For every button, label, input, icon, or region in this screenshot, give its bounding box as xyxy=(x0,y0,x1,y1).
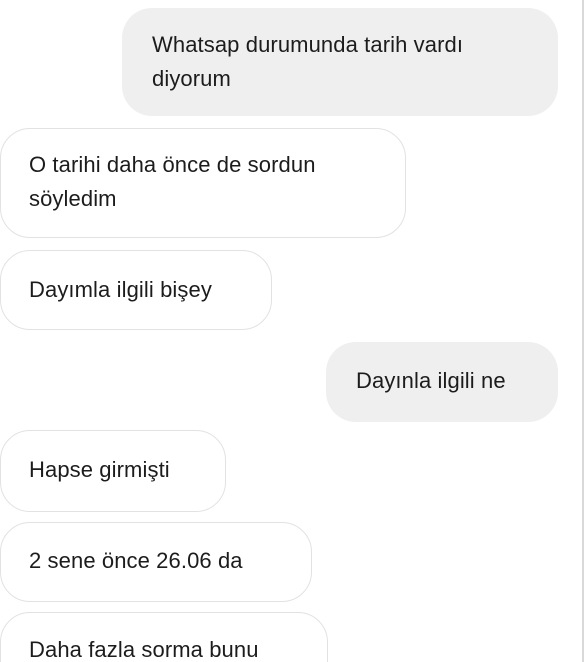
message-text: O tarihi daha önce de sordun xyxy=(29,152,316,177)
message-text: Whatsap durumunda tarih vardı xyxy=(152,32,464,57)
message-text: diyorum xyxy=(152,66,231,91)
message-bubble-received[interactable]: 2 sene önce 26.06 da xyxy=(0,522,312,602)
message-bubble-received[interactable]: Dayımla ilgili bişey xyxy=(0,250,272,330)
message-bubble-received[interactable]: Hapse girmişti xyxy=(0,430,226,512)
chat-thread: Whatsap durumunda tarih vardı diyorum O … xyxy=(0,0,584,662)
message-bubble-received[interactable]: Daha fazla sorma bunu xyxy=(0,612,328,662)
message-text: 2 sene önce 26.06 da xyxy=(29,548,243,573)
message-text: söyledim xyxy=(29,186,117,211)
message-text: Dayımla ilgili bişey xyxy=(29,277,212,302)
message-bubble-sent[interactable]: Dayınla ilgili ne xyxy=(326,342,558,422)
message-bubble-sent[interactable]: Whatsap durumunda tarih vardı diyorum xyxy=(122,8,558,116)
message-bubble-received[interactable]: O tarihi daha önce de sordun söyledim xyxy=(0,128,406,238)
message-text: Hapse girmişti xyxy=(29,457,170,482)
message-text: Dayınla ilgili ne xyxy=(356,368,506,393)
message-text: Daha fazla sorma bunu xyxy=(29,637,259,662)
